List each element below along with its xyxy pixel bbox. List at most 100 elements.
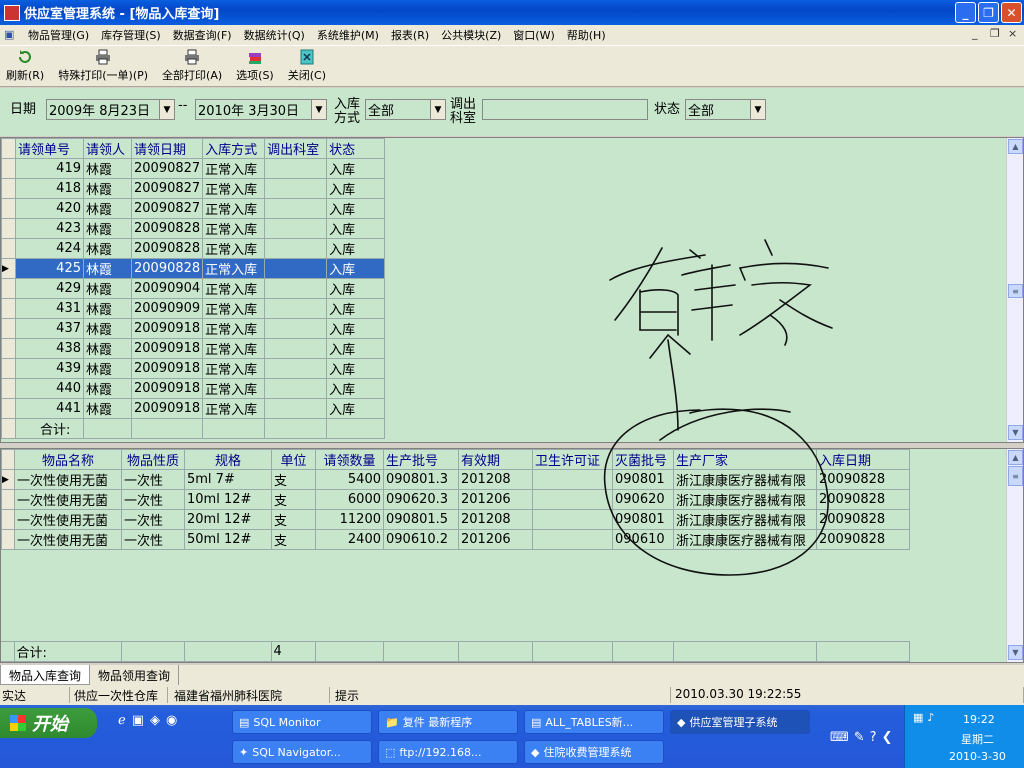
cell-req-no[interactable]: 438 <box>15 338 84 359</box>
row-indicator[interactable] <box>1 489 15 510</box>
help-icon[interactable]: ? <box>870 730 877 745</box>
upper-scrollbar[interactable]: ▲ ≡ ▼ <box>1006 138 1023 442</box>
cell-dept[interactable] <box>264 378 328 399</box>
menu-item-public[interactable]: 公共模块(Z) <box>435 27 507 43</box>
col-header-spec[interactable]: 规格 <box>184 449 272 470</box>
options-button[interactable]: 选项(S) <box>236 49 274 83</box>
cell-sterile-batch[interactable]: 090620 <box>612 489 674 510</box>
col-header-method[interactable]: 入库方式 <box>202 138 266 159</box>
cell-req-no[interactable]: 424 <box>15 238 84 259</box>
cell-manufacturer[interactable]: 浙江康康医疗器械有限 <box>673 529 817 550</box>
cell-method[interactable]: 正常入库 <box>202 198 266 219</box>
cell-dept[interactable] <box>264 258 328 279</box>
method-select[interactable]: 全部 ▼ <box>365 99 446 120</box>
cell-req-no[interactable]: 425 <box>15 258 84 279</box>
col-header-unit[interactable]: 单位 <box>271 449 316 470</box>
row-indicator[interactable] <box>1 198 16 219</box>
scroll-thumb[interactable]: ≡ <box>1008 466 1023 486</box>
cell-method[interactable]: 正常入库 <box>202 338 266 359</box>
task-sql-monitor[interactable]: ▤ SQL Monitor <box>232 710 372 734</box>
cell-req-date[interactable]: 20090828 <box>130 218 204 239</box>
requisition-row[interactable]: 438 林霞 20090918 正常入库 入库 <box>1 338 386 359</box>
cell-req-date[interactable]: 20090828 <box>130 238 204 259</box>
cell-qty[interactable]: 2400 <box>315 529 384 550</box>
scroll-down-icon[interactable]: ▼ <box>1008 645 1023 660</box>
cell-unit[interactable]: 支 <box>271 469 316 490</box>
cell-dept[interactable] <box>264 398 328 419</box>
cell-status[interactable]: 入库 <box>326 378 386 399</box>
dept-input[interactable] <box>482 99 648 120</box>
close-tool-button[interactable]: 关闭(C) <box>288 49 326 83</box>
requisition-row[interactable]: 429 林霞 20090904 正常入库 入库 <box>1 278 386 299</box>
refresh-button[interactable]: 刷新(R) <box>6 49 44 83</box>
requisition-row[interactable]: 441 林霞 20090918 正常入库 入库 <box>1 398 386 419</box>
cell-in-date[interactable]: 20090828 <box>816 529 910 550</box>
keyboard-icon[interactable]: ⌨ <box>830 730 849 745</box>
cell-dept[interactable] <box>264 298 328 319</box>
cell-qty[interactable]: 5400 <box>315 469 384 490</box>
cell-req-no[interactable]: 429 <box>15 278 84 299</box>
task-ftp[interactable]: ⬚ ftp://192.168... <box>378 740 518 764</box>
cell-req-no[interactable]: 437 <box>15 318 84 339</box>
date-from-picker[interactable]: 2009年 8月23日 ▼ <box>46 99 175 120</box>
cell-requester[interactable]: 林霞 <box>83 218 132 239</box>
col-header-dept[interactable]: 调出科室 <box>264 138 328 159</box>
media-icon[interactable]: ◉ <box>166 713 177 728</box>
col-header-status[interactable]: 状态 <box>326 138 386 159</box>
cell-batch[interactable]: 090801.3 <box>383 469 459 490</box>
desktop-icon[interactable]: ▣ <box>132 713 144 728</box>
cell-req-date[interactable]: 20090827 <box>130 158 204 179</box>
task-sql-navigator[interactable]: ✦ SQL Navigator... <box>232 740 372 764</box>
cell-item-type[interactable]: 一次性 <box>121 529 185 550</box>
cell-method[interactable]: 正常入库 <box>202 158 266 179</box>
col-header-sterile-batch[interactable]: 灭菌批号 <box>612 449 674 470</box>
col-header-item-name[interactable]: 物品名称 <box>14 449 122 470</box>
cell-license[interactable] <box>532 489 613 510</box>
cell-unit[interactable]: 支 <box>271 489 316 510</box>
cell-req-no[interactable]: 419 <box>15 158 84 179</box>
cell-expiry[interactable]: 201208 <box>458 509 533 530</box>
row-indicator[interactable] <box>1 318 16 339</box>
menu-item-query[interactable]: 数据查询(F) <box>167 27 238 43</box>
chevron-down-icon[interactable]: ▼ <box>430 100 445 119</box>
cell-qty[interactable]: 6000 <box>315 489 384 510</box>
cell-requester[interactable]: 林霞 <box>83 178 132 199</box>
cell-manufacturer[interactable]: 浙江康康医疗器械有限 <box>673 509 817 530</box>
cell-status[interactable]: 入库 <box>326 298 386 319</box>
cell-dept[interactable] <box>264 158 328 179</box>
cell-status[interactable]: 入库 <box>326 158 386 179</box>
scroll-up-icon[interactable]: ▲ <box>1008 450 1023 465</box>
cell-qty[interactable]: 11200 <box>315 509 384 530</box>
cell-req-date[interactable]: 20090918 <box>130 398 204 419</box>
cell-batch[interactable]: 090801.5 <box>383 509 459 530</box>
cell-status[interactable]: 入库 <box>326 318 386 339</box>
menu-item-stats[interactable]: 数据统计(Q) <box>238 27 311 43</box>
cell-method[interactable]: 正常入库 <box>202 398 266 419</box>
requisition-row[interactable]: 424 林霞 20090828 正常入库 入库 <box>1 238 386 259</box>
cell-status[interactable]: 入库 <box>326 258 386 279</box>
row-indicator[interactable] <box>1 509 15 530</box>
cell-item-name[interactable]: 一次性使用无菌 <box>14 509 122 530</box>
requisition-row[interactable]: ▶ 425 林霞 20090828 正常入库 入库 <box>1 258 386 279</box>
cell-req-no[interactable]: 420 <box>15 198 84 219</box>
cell-status[interactable]: 入库 <box>326 198 386 219</box>
cell-in-date[interactable]: 20090828 <box>816 469 910 490</box>
cell-method[interactable]: 正常入库 <box>202 218 266 239</box>
cell-req-date[interactable]: 20090827 <box>130 198 204 219</box>
cell-req-no[interactable]: 418 <box>15 178 84 199</box>
col-header-item-type[interactable]: 物品性质 <box>121 449 185 470</box>
cell-requester[interactable]: 林霞 <box>83 258 132 279</box>
print-all-button[interactable]: 全部打印(A) <box>162 49 222 83</box>
cell-spec[interactable]: 50ml 12# <box>184 529 272 550</box>
cell-req-date[interactable]: 20090904 <box>130 278 204 299</box>
cell-in-date[interactable]: 20090828 <box>816 509 910 530</box>
row-indicator[interactable] <box>1 218 16 239</box>
scroll-down-icon[interactable]: ▼ <box>1008 425 1023 440</box>
cell-status[interactable]: 入库 <box>326 278 386 299</box>
cell-spec[interactable]: 5ml 7# <box>184 469 272 490</box>
cell-requester[interactable]: 林霞 <box>83 198 132 219</box>
cell-item-name[interactable]: 一次性使用无菌 <box>14 469 122 490</box>
menu-item-report[interactable]: 报表(R) <box>385 27 435 43</box>
cell-req-no[interactable]: 423 <box>15 218 84 239</box>
cell-unit[interactable]: 支 <box>271 509 316 530</box>
